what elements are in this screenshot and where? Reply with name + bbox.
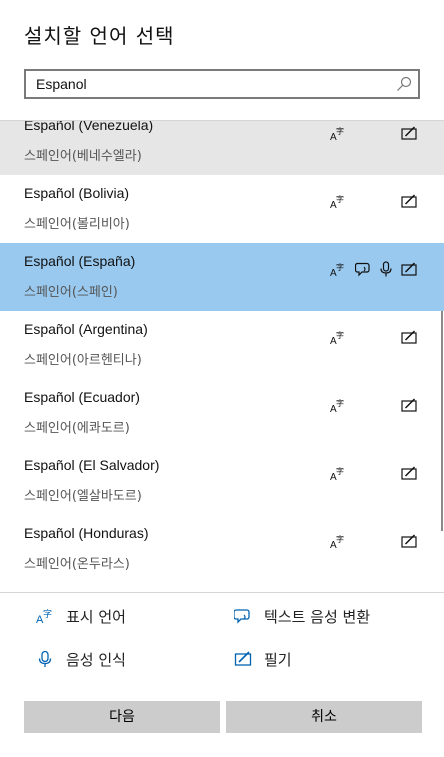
handwriting-icon — [401, 125, 417, 141]
display-language-icon: A字 — [330, 533, 346, 549]
language-name: Español (El Salvador) — [24, 457, 160, 473]
search-box[interactable] — [24, 69, 420, 99]
legend-text-to-speech-label: 텍스트 음성 변환 — [264, 608, 371, 626]
language-name: Español (Honduras) — [24, 525, 149, 541]
scrollbar[interactable] — [441, 311, 443, 531]
svg-text:字: 字 — [336, 534, 344, 544]
text-to-speech-icon — [355, 261, 371, 277]
handwriting-icon — [401, 193, 417, 209]
language-list-item[interactable]: Español (Bolivia) 스페인어(볼리비아) A 字 — [0, 175, 444, 243]
language-name: Español (Ecuador) — [24, 389, 140, 405]
svg-text:字: 字 — [336, 194, 344, 204]
handwriting-icon — [401, 465, 417, 481]
language-name: Español (Argentina) — [24, 321, 148, 337]
language-list-item[interactable]: Español (El Salvador) 스페인어(엘살바도르) A 字 — [0, 447, 444, 515]
search-icon[interactable] — [396, 76, 412, 92]
language-native-name: 스페인어(에콰도르) — [24, 421, 130, 436]
dialog-title: 설치할 언어 선택 — [24, 24, 175, 48]
legend-display-language-label: 표시 언어 — [66, 608, 126, 626]
handwriting-icon — [401, 261, 417, 277]
handwriting-icon — [401, 329, 417, 345]
svg-text:字: 字 — [336, 398, 344, 408]
display-language-icon: A字 — [330, 397, 346, 413]
speech-recognition-icon — [36, 650, 54, 668]
display-language-icon: A字 — [330, 465, 346, 481]
handwriting-icon — [401, 533, 417, 549]
next-button[interactable]: 다음 — [24, 701, 220, 733]
language-name: Español (España) — [24, 253, 136, 269]
language-list[interactable]: Español (Venezuela) 스페인어(베네수엘라) A 字 Español … — [0, 120, 444, 592]
display-language-icon: A字 — [330, 193, 346, 209]
language-native-name: 스페인어(스페인) — [24, 285, 118, 300]
svg-text:字: 字 — [336, 262, 344, 272]
language-list-item[interactable]: Español (España) 스페인어(스페인) A 字 — [0, 243, 444, 311]
speech-recognition-icon — [378, 261, 394, 277]
language-list-item[interactable]: Español (Argentina) 스페인어(아르헨티나) A 字 — [0, 311, 444, 379]
language-native-name: 스페인어(볼리비아) — [24, 217, 130, 232]
handwriting-icon — [234, 650, 252, 668]
svg-text:字: 字 — [336, 126, 344, 136]
search-input[interactable] — [26, 71, 386, 97]
cancel-button[interactable]: 취소 — [226, 701, 422, 733]
svg-text:字: 字 — [43, 608, 52, 620]
svg-text:字: 字 — [336, 330, 344, 340]
display-language-icon: A字 — [330, 329, 346, 345]
display-language-icon: A字 — [36, 607, 54, 625]
language-native-name: 스페인어(아르헨티나) — [24, 353, 142, 368]
legend-speech-recognition-label: 음성 인식 — [66, 651, 126, 669]
language-list-item[interactable]: Español (Honduras) 스페인어(온두라스) A 字 — [0, 515, 444, 583]
display-language-icon: A字 — [330, 125, 346, 141]
handwriting-icon — [401, 397, 417, 413]
language-list-item[interactable]: Español (Ecuador) 스페인어(에콰도르) A 字 — [0, 379, 444, 447]
language-name: Español (Bolivia) — [24, 185, 130, 201]
language-native-name: 스페인어(베네수엘라) — [24, 149, 142, 164]
language-native-name: 스페인어(엘살바도르) — [24, 489, 142, 504]
display-language-icon: A字 — [330, 261, 346, 277]
legend-divider — [0, 592, 444, 593]
svg-text:字: 字 — [336, 466, 344, 476]
legend-handwriting-label: 필기 — [264, 651, 292, 669]
language-name: Español (Venezuela) — [24, 120, 154, 133]
text-to-speech-icon — [234, 607, 252, 625]
language-native-name: 스페인어(온두라스) — [24, 557, 130, 572]
language-list-item[interactable]: Español (Venezuela) 스페인어(베네수엘라) A 字 — [0, 120, 444, 175]
